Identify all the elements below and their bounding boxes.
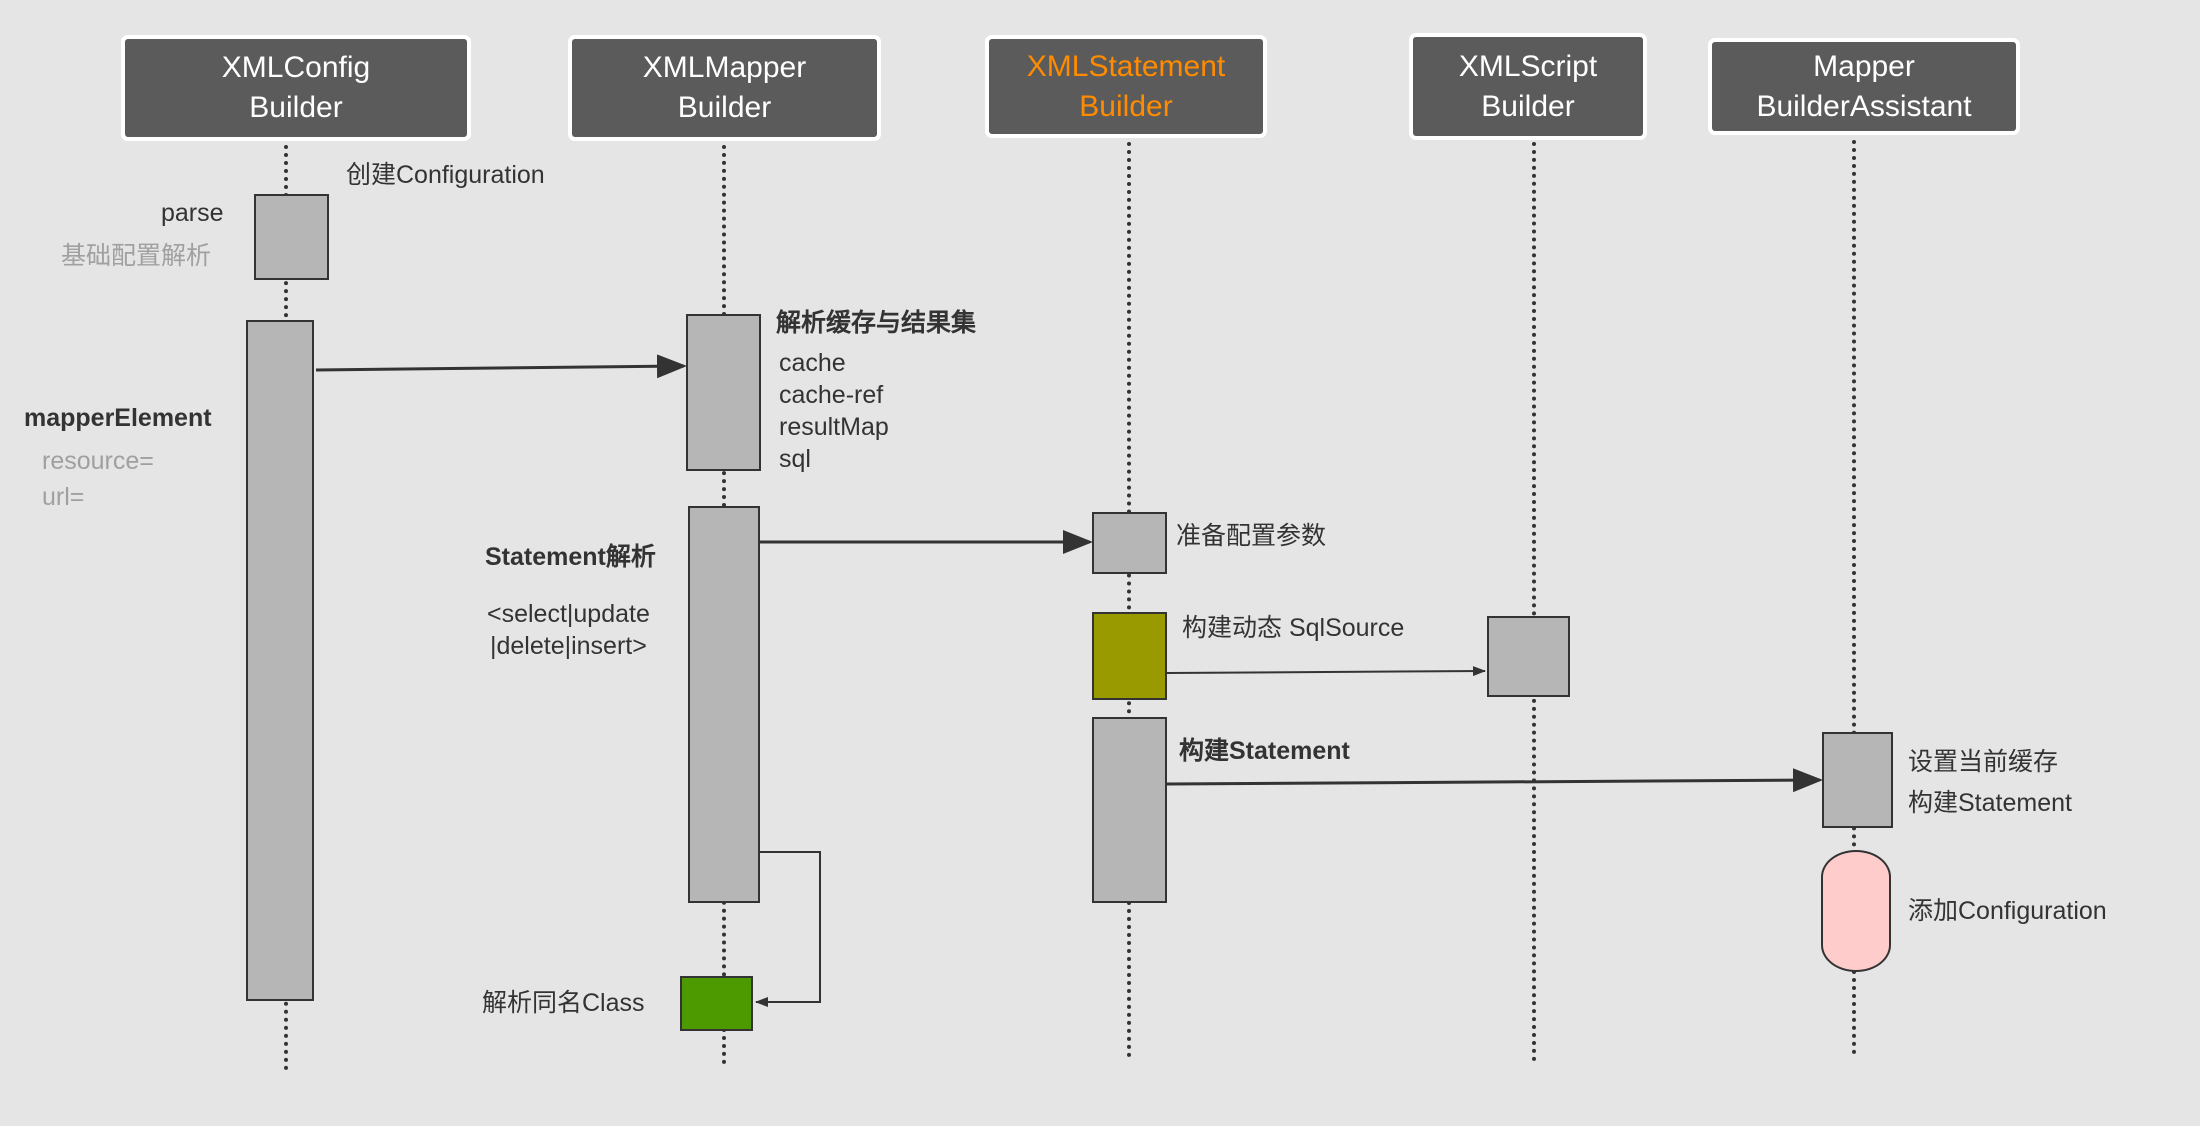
label-prepare-params: 准备配置参数 [1176,522,1327,550]
label-mapper-item-cache-ref: cache-ref [779,381,884,409]
message-arrow-self-parse-class [755,851,821,1007]
label-statement-parse: Statement解析 [485,543,656,571]
label-create-configuration: 创建Configuration [346,161,545,189]
label-statement-tags-1: <select|update [487,600,650,628]
label-mapper-item-cache: cache [779,349,846,377]
label-add-configuration: 添加Configuration [1908,897,2107,925]
label-build-statement-2: 构建Statement [1908,789,2072,817]
label-parse-same-class: 解析同名Class [482,989,645,1017]
message-arrow-build-statement [1166,768,1823,793]
message-arrow-mapper-element [315,354,687,379]
message-arrows [315,354,1823,1007]
label-parse: parse [161,199,224,227]
label-url: url= [42,483,85,511]
label-build-statement: 构建Statement [1179,737,1350,765]
label-statement-tags-2: |delete|insert> [490,632,647,660]
message-arrow-build-sqlsource [1166,666,1486,677]
label-mapper-item-sql: sql [779,445,811,473]
label-mapper-element: mapperElement [24,404,212,432]
label-base-config-parse: 基础配置解析 [61,242,212,270]
label-parse-cache-result: 解析缓存与结果集 [776,309,977,337]
label-build-sqlsource: 构建动态 SqlSource [1182,614,1405,642]
label-set-current-cache: 设置当前缓存 [1908,748,2059,776]
label-mapper-item-resultmap: resultMap [779,413,889,441]
label-resource: resource= [42,447,154,475]
